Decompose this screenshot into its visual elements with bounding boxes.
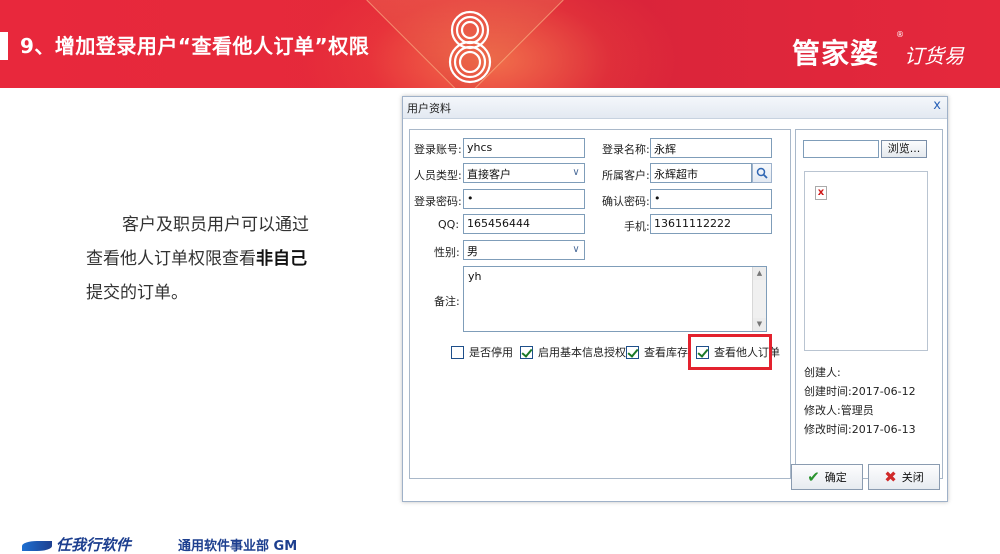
customer-label: 所属客户:	[602, 169, 650, 182]
remark-textarea[interactable]: yh ▲ ▼	[463, 266, 767, 332]
remark-label: 备注:	[434, 295, 460, 308]
remark-value: yh	[468, 270, 482, 283]
brand-registered-mark: ®	[896, 30, 904, 39]
page-title: 9、增加登录用户“查看他人订单”权限	[20, 34, 370, 58]
feature-description: 客户及职员用户可以通过 查看他人订单权限查看非自己 提交的订单。	[86, 208, 366, 310]
broken-image-icon: x	[815, 186, 827, 200]
title-accent-bar	[0, 32, 8, 60]
company-logo: 任我行软件	[22, 534, 131, 554]
description-emphasis: 非自己	[256, 249, 307, 269]
close-icon: ✖	[884, 468, 897, 486]
qq-input[interactable]: 165456444	[463, 214, 585, 234]
view-inventory-label: 查看库存	[644, 346, 688, 359]
highlight-frame	[688, 334, 772, 370]
creator-text: 创建人:	[804, 366, 841, 379]
modified-time-text: 修改时间:2017-06-13	[804, 423, 916, 436]
login-account-input[interactable]: yhcs	[463, 138, 585, 158]
person-type-label: 人员类型:	[414, 169, 462, 182]
phone-label: 手机:	[624, 220, 650, 233]
ok-button[interactable]: ✔ 确定	[791, 464, 863, 490]
password-input[interactable]: •	[463, 189, 585, 209]
browse-button[interactable]: 浏览...	[881, 140, 927, 158]
login-name-label: 登录名称:	[602, 143, 650, 156]
login-name-input[interactable]: 永辉	[650, 138, 772, 158]
scroll-up-icon[interactable]: ▲	[753, 267, 766, 280]
login-account-label: 登录账号:	[414, 143, 462, 156]
gender-select[interactable]: 男 ∨	[463, 240, 585, 260]
description-line-1: 客户及职员用户可以通过	[122, 215, 309, 235]
checkbox-box[interactable]	[626, 345, 639, 359]
chevron-down-icon: ∨	[572, 244, 580, 255]
gender-label: 性别:	[434, 246, 460, 259]
checkbox-box[interactable]	[451, 345, 464, 359]
dialog-titlebar: 用户资料 x	[403, 97, 947, 119]
password-label: 登录密码:	[414, 195, 462, 208]
brand-logo: 管家婆	[792, 37, 880, 70]
company-logo-text: 任我行软件	[56, 536, 132, 554]
close-button[interactable]: ✖ 关闭	[868, 464, 940, 490]
basic-info-auth-label: 启用基本信息授权	[538, 346, 626, 359]
customer-search-button[interactable]	[752, 163, 772, 183]
eight-logo-icon	[448, 10, 492, 84]
remark-scrollbar[interactable]: ▲ ▼	[752, 267, 766, 331]
checkmark-icon: ✔	[807, 468, 820, 486]
image-path-input[interactable]	[803, 140, 879, 158]
confirm-password-input[interactable]: •	[650, 189, 772, 209]
view-inventory-checkbox[interactable]: 查看库存	[626, 344, 688, 360]
checkbox-box[interactable]	[520, 345, 533, 359]
person-type-value: 直接客户	[467, 168, 511, 181]
close-button-label: 关闭	[901, 471, 924, 484]
confirm-password-label: 确认密码:	[602, 195, 650, 208]
description-line-2: 查看他人订单权限查看非自己	[86, 242, 366, 276]
person-type-select[interactable]: 直接客户 ∨	[463, 163, 585, 183]
description-line-2-text: 查看他人订单权限查看	[86, 249, 256, 269]
scroll-down-icon[interactable]: ▼	[753, 318, 766, 331]
gender-value: 男	[467, 245, 478, 258]
customer-input[interactable]: 永辉超市	[650, 163, 752, 183]
brand-slogan: 订货易	[904, 44, 964, 68]
swoosh-logo-icon	[22, 540, 52, 551]
department-name: 通用软件事业部 GM	[178, 539, 298, 554]
dialog-close-icon[interactable]: x	[933, 98, 941, 113]
search-icon	[756, 167, 768, 179]
modifier-text: 修改人:管理员	[804, 404, 874, 417]
disabled-checkbox[interactable]: 是否停用	[451, 344, 513, 360]
phone-input[interactable]: 13611112222	[650, 214, 772, 234]
dialog-title: 用户资料	[407, 102, 451, 115]
qq-label: QQ:	[438, 218, 460, 231]
chevron-down-icon: ∨	[572, 167, 580, 178]
ok-button-label: 确定	[824, 471, 847, 484]
user-image-box: x	[804, 171, 928, 351]
created-time-text: 创建时间:2017-06-12	[804, 385, 916, 398]
description-line-3: 提交的订单。	[86, 283, 188, 303]
header-banner: 9、增加登录用户“查看他人订单”权限 管家婆 ® 订货易	[0, 0, 1000, 88]
basic-info-auth-checkbox[interactable]: 启用基本信息授权	[520, 344, 626, 360]
disabled-checkbox-label: 是否停用	[469, 346, 513, 359]
